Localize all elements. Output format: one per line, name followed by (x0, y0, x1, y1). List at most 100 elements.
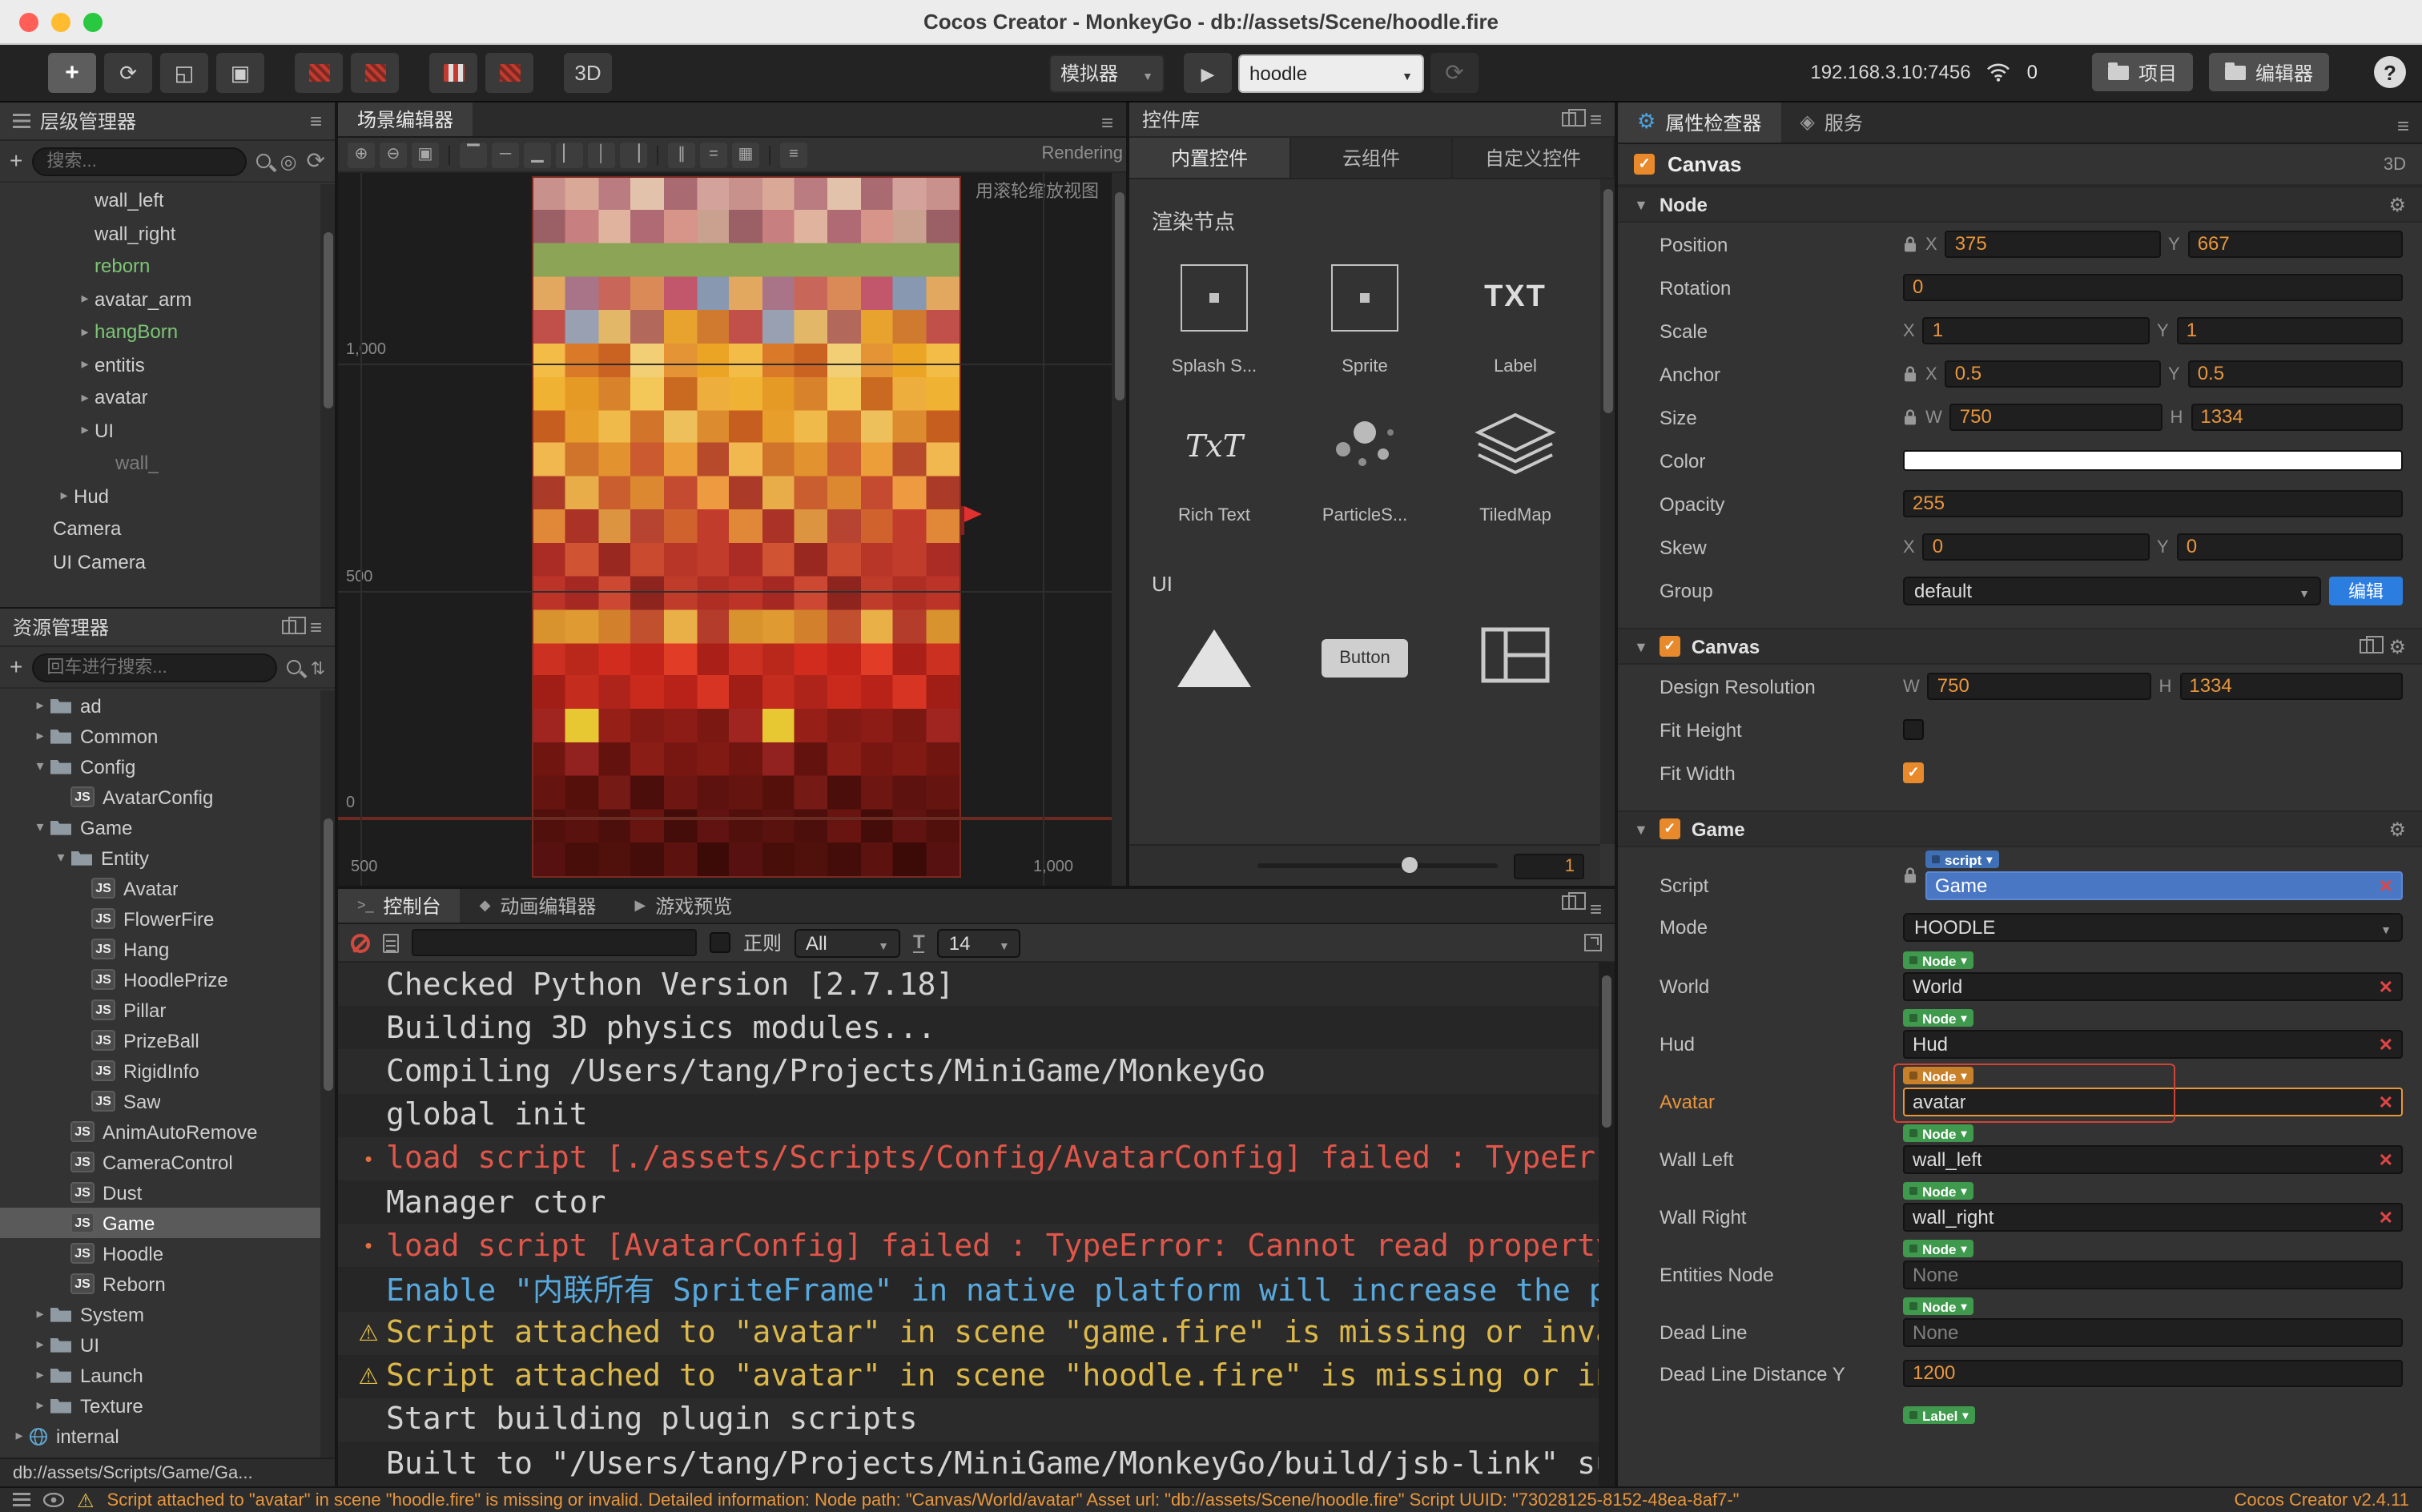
toolbar-red-button-3[interactable] (429, 53, 477, 93)
status-message[interactable]: Script attached to "avatar" in scene "ho… (107, 1490, 2222, 1510)
reference-field[interactable]: World✕ (1903, 972, 2403, 1001)
scene-viewport[interactable]: 用滚轮缩放视图 1,00050005001,000 (338, 173, 1112, 886)
control-library-item[interactable] (1440, 612, 1591, 738)
expand-arrow-icon[interactable]: ▸ (75, 356, 95, 374)
hierarchy-item[interactable]: wall_left (0, 184, 320, 217)
asset-item[interactable]: ▸Texture (0, 1390, 320, 1421)
tab-property-inspector[interactable]: 属性检查器 (1618, 103, 1780, 143)
gear-icon[interactable] (2388, 814, 2406, 843)
asset-item[interactable]: JSPrizeBall (0, 1025, 320, 1056)
expand-arrow-icon[interactable]: ▸ (30, 1397, 50, 1414)
menu-icon[interactable] (1590, 107, 1602, 131)
number-input[interactable]: 750 (1950, 404, 2162, 431)
section-header-node[interactable]: ▼Node (1618, 186, 2422, 223)
refresh-icon[interactable] (307, 147, 325, 175)
clear-reference-button[interactable]: ✕ (2379, 976, 2393, 997)
console-log-row[interactable]: •load script [./assets/Scripts/Config/Av… (338, 1137, 1599, 1180)
console-filter-input[interactable] (412, 929, 697, 956)
zoom-slider-thumb[interactable] (1402, 857, 1418, 873)
create-node-button[interactable] (10, 147, 22, 175)
distribute-vertical-icon[interactable]: = (700, 142, 727, 167)
menu-icon[interactable] (1590, 895, 1602, 924)
open-project-button[interactable]: 项目 (2092, 53, 2193, 91)
group-dropdown[interactable]: default (1903, 576, 2321, 605)
open-editor-button[interactable]: 编辑器 (2209, 53, 2329, 91)
snap-grid-icon[interactable]: ▦ (732, 142, 759, 167)
scrollbar-thumb[interactable] (1603, 189, 1612, 413)
component-enabled-checkbox[interactable] (1660, 818, 1680, 839)
tab-animation-editor[interactable]: ◆动画编辑器 (461, 889, 616, 923)
expand-arrow-icon[interactable]: ▸ (54, 488, 74, 505)
mode-dropdown[interactable]: HOODLE (1903, 912, 2403, 941)
library-scrollbar[interactable] (1600, 179, 1615, 844)
number-input[interactable]: 0.5 (2188, 360, 2403, 388)
font-size-dropdown[interactable]: 14 (938, 928, 1021, 957)
asset-item[interactable]: JSGame (0, 1208, 320, 1238)
number-input[interactable]: 0 (1903, 274, 2403, 301)
console-log-row[interactable]: Checked Python Version [2.7.18] (338, 963, 1599, 1006)
reference-field[interactable]: None (1903, 1261, 2403, 1289)
console-log-row[interactable]: Enable "内联所有 SpriteFrame" in native plat… (338, 1268, 1599, 1311)
expand-arrow-icon[interactable]: ▸ (75, 291, 95, 308)
menu-icon[interactable] (310, 109, 322, 133)
number-input[interactable]: 1 (1923, 317, 2149, 344)
number-input[interactable]: 0 (2177, 533, 2403, 561)
expand-arrow-icon[interactable]: ▸ (30, 1305, 50, 1323)
expand-arrow-icon[interactable]: ▸ (30, 1336, 50, 1353)
number-input[interactable]: 375 (1945, 231, 2160, 258)
asset-item[interactable]: JSPillar (0, 995, 320, 1025)
move-tool-button[interactable]: + (48, 53, 96, 93)
reload-button[interactable] (1430, 53, 1479, 93)
asset-item[interactable]: ▸internal (0, 1421, 320, 1451)
asset-item[interactable]: ▾Config (0, 751, 320, 782)
asset-item[interactable]: JSReborn (0, 1269, 320, 1299)
toggle-3d-button[interactable]: 3D (564, 53, 612, 93)
zoom-reset-icon[interactable]: ▣ (412, 142, 439, 167)
hierarchy-item[interactable]: UI Camera (0, 545, 320, 578)
clear-reference-button[interactable]: ✕ (2379, 1034, 2393, 1055)
zoom-value-input[interactable]: 1 (1514, 853, 1584, 879)
console-log-row[interactable]: global init (338, 1093, 1599, 1136)
tab-console[interactable]: >_控制台 (338, 889, 461, 923)
console-log-row[interactable]: Manager ctor (338, 1180, 1599, 1224)
node-active-checkbox[interactable] (1634, 154, 1655, 175)
collapse-log-icon[interactable] (383, 933, 399, 952)
expand-arrow-icon[interactable]: ▸ (30, 1366, 50, 1384)
popout-icon[interactable] (1563, 895, 1577, 910)
hierarchy-item[interactable]: ▸UI (0, 414, 320, 447)
number-input[interactable]: 1200 (1903, 1360, 2403, 1387)
asset-item[interactable]: JSHang (0, 934, 320, 964)
control-library-item[interactable]: Sprite (1289, 251, 1440, 378)
zoom-slider[interactable] (1257, 863, 1498, 868)
rotate-tool-button[interactable]: ⟳ (104, 53, 152, 93)
type-chip[interactable]: Node▾ (1903, 1067, 1973, 1084)
align-top-icon[interactable]: ▔ (460, 142, 487, 167)
expand-arrow-icon[interactable]: ▸ (10, 1427, 29, 1445)
reference-field[interactable]: Hud✕ (1903, 1030, 2403, 1059)
asset-item[interactable]: JSHoodlePrize (0, 964, 320, 995)
gizmo-menu-icon[interactable]: ≡ (780, 142, 807, 167)
toolbar-red-button-2[interactable] (351, 53, 399, 93)
asset-item[interactable]: JSAnimAutoRemove (0, 1116, 320, 1147)
section-header-canvas[interactable]: ▼Canvas (1618, 628, 2422, 665)
type-chip[interactable]: Node▾ (1903, 1182, 1973, 1200)
hierarchy-item[interactable]: ▸avatar (0, 381, 320, 414)
fit-checkbox[interactable] (1903, 719, 1924, 740)
asset-item[interactable]: JSDust (0, 1177, 320, 1208)
menu-icon[interactable] (2397, 112, 2409, 141)
control-library-item[interactable]: TiledMap (1440, 400, 1591, 527)
clear-console-button[interactable] (351, 933, 370, 952)
console-log-row[interactable]: Start building plugin scripts (338, 1398, 1599, 1442)
tab-custom-controls[interactable]: 自定义控件 (1453, 138, 1615, 178)
create-asset-button[interactable] (10, 653, 22, 682)
hierarchy-item[interactable]: reborn (0, 250, 320, 283)
asset-item[interactable]: ▸Launch (0, 1360, 320, 1390)
distribute-horizontal-icon[interactable]: ∥ (668, 142, 695, 167)
popout-icon[interactable] (1563, 112, 1577, 127)
console-log-row[interactable]: Building 3D physics modules... (338, 1006, 1599, 1049)
console-scrollbar[interactable] (1599, 963, 1615, 1486)
control-library-item[interactable] (1139, 612, 1289, 738)
assets-search-input[interactable] (32, 653, 276, 682)
collapse-caret-icon[interactable]: ▼ (1634, 821, 1648, 837)
menu-icon[interactable] (310, 615, 322, 639)
